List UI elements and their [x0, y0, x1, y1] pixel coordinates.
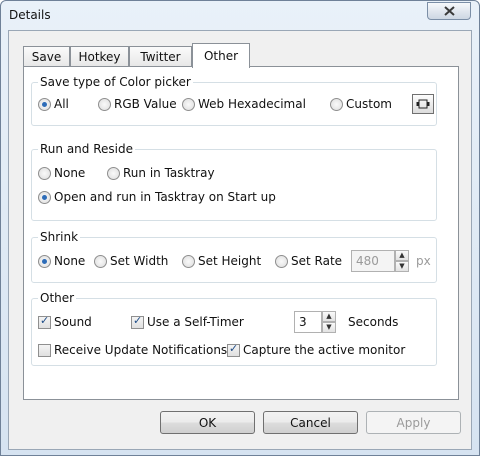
tab-label: Other	[203, 49, 239, 63]
tab-save[interactable]: Save	[23, 46, 70, 67]
update-notifications-checkbox[interactable]: Receive Update Notifications	[38, 343, 227, 357]
shrink-value-stepper[interactable]: 480 ▲ ▼	[351, 250, 409, 272]
group-title: Shrink	[38, 230, 81, 244]
option-label: None	[54, 254, 86, 268]
timer-stepper[interactable]: 3 ▲ ▼	[294, 311, 336, 333]
checkbox-indicator	[38, 314, 51, 329]
cancel-button[interactable]: Cancel	[263, 411, 358, 434]
radio-indicator	[330, 97, 343, 111]
option-label: All	[54, 97, 69, 111]
radio-set-rate[interactable]: Set Rate	[275, 254, 342, 268]
stepper-down-icon[interactable]: ▼	[395, 261, 409, 272]
sound-checkbox[interactable]: Sound	[38, 314, 92, 329]
radio-run-none[interactable]: None	[38, 166, 85, 180]
shrink-unit: px	[416, 254, 431, 268]
stepper-arrows: ▲ ▼	[322, 311, 336, 333]
button-label: OK	[198, 415, 217, 430]
tab-label: Twitter	[140, 50, 181, 64]
radio-indicator	[38, 190, 51, 204]
radio-indicator	[182, 97, 195, 111]
other-group: Other Sound Use a Self-Timer 3 ▲ ▼ Secon…	[31, 291, 437, 366]
window-title: Details	[9, 8, 51, 22]
tab-label: Hotkey	[78, 50, 121, 64]
radio-indicator	[98, 97, 111, 111]
close-icon	[443, 6, 455, 16]
checkbox-indicator	[227, 342, 240, 357]
timer-value-field[interactable]: 3	[294, 311, 322, 333]
stepper-up-icon[interactable]: ▲	[395, 250, 409, 261]
group-title: Save type of Color picker	[38, 75, 193, 89]
option-label: Web Hexadecimal	[198, 97, 306, 111]
apply-button[interactable]: Apply	[366, 411, 461, 434]
run-reside-group: Run and Reside None Run in Tasktray Open…	[31, 142, 437, 221]
radio-custom[interactable]: Custom	[330, 97, 392, 111]
stepper-up-icon[interactable]: ▲	[322, 311, 336, 322]
radio-indicator	[38, 166, 51, 180]
capture-monitor-checkbox[interactable]: Capture the active monitor	[227, 342, 406, 357]
radio-open-run-startup[interactable]: Open and run in Tasktray on Start up	[38, 190, 276, 204]
tab-other[interactable]: Other	[192, 43, 250, 68]
seconds-label: Seconds	[348, 315, 399, 329]
shrink-group: Shrink None Set Width Set Height Set Rat…	[31, 230, 437, 283]
checkbox-indicator	[38, 343, 51, 357]
button-label: Cancel	[290, 415, 331, 430]
radio-run-in-tasktray[interactable]: Run in Tasktray	[107, 166, 215, 180]
title-bar: Details	[1, 1, 479, 29]
tab-label: Save	[31, 50, 62, 64]
radio-shrink-none[interactable]: None	[38, 254, 85, 268]
radio-indicator	[94, 254, 107, 268]
self-timer-checkbox[interactable]: Use a Self-Timer	[131, 314, 244, 329]
details-dialog: Details Save Hotkey Twitter Other Save t…	[0, 0, 480, 456]
radio-set-width[interactable]: Set Width	[94, 254, 168, 268]
radio-indicator	[38, 97, 51, 111]
radio-set-height[interactable]: Set Height	[182, 254, 261, 268]
option-label: Capture the active monitor	[243, 343, 406, 357]
tab-hotkey[interactable]: Hotkey	[70, 46, 129, 67]
radio-rgb-value[interactable]: RGB Value	[98, 97, 177, 111]
radio-indicator	[38, 254, 51, 268]
tab-twitter[interactable]: Twitter	[129, 46, 192, 67]
format-icon	[416, 99, 430, 109]
stepper-down-icon[interactable]: ▼	[322, 322, 336, 333]
ok-button[interactable]: OK	[160, 411, 255, 434]
option-label: Set Rate	[291, 254, 343, 268]
group-title: Other	[38, 291, 77, 305]
group-title: Run and Reside	[38, 142, 135, 156]
stepper-arrows: ▲ ▼	[395, 250, 409, 272]
radio-indicator	[275, 254, 288, 268]
tab-panel-other: Save type of Color picker All RGB Value …	[23, 66, 459, 400]
shrink-value-field[interactable]: 480	[351, 250, 395, 272]
radio-indicator	[107, 166, 120, 180]
option-label: Run in Tasktray	[123, 166, 215, 180]
radio-web-hexadecimal[interactable]: Web Hexadecimal	[182, 97, 306, 111]
option-label: Receive Update Notifications	[54, 343, 228, 357]
custom-format-button[interactable]	[412, 94, 434, 114]
radio-all[interactable]: All	[38, 97, 69, 111]
option-label: Set Height	[198, 254, 262, 268]
option-label: None	[54, 166, 86, 180]
option-label: RGB Value	[114, 97, 177, 111]
option-label: Open and run in Tasktray on Start up	[54, 190, 276, 204]
save-type-group: Save type of Color picker All RGB Value …	[31, 75, 437, 126]
option-label: Custom	[346, 97, 392, 111]
dialog-body: Save Hotkey Twitter Other Save type of C…	[8, 30, 472, 450]
button-label: Apply	[396, 415, 431, 430]
checkbox-indicator	[131, 314, 144, 329]
option-label: Set Width	[110, 254, 169, 268]
close-button[interactable]	[427, 2, 471, 20]
option-label: Sound	[54, 315, 92, 329]
radio-indicator	[182, 254, 195, 268]
option-label: Use a Self-Timer	[147, 315, 244, 329]
